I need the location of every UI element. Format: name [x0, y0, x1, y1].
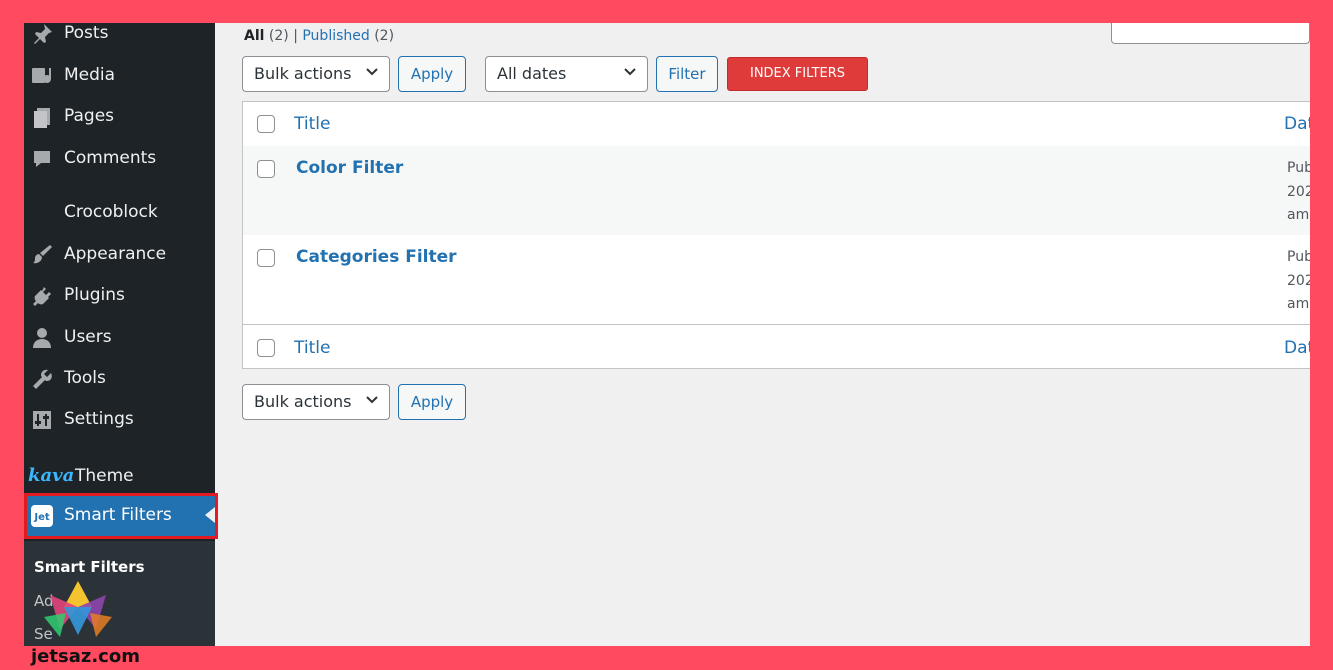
row-date: Pub 202 am — [1287, 246, 1310, 317]
column-date-footer[interactable]: Dat — [1284, 338, 1310, 358]
table-row: Categories Filter Pub 202 am — [243, 235, 1310, 325]
sidebar-item-pages[interactable]: Pages — [24, 99, 215, 137]
row-checkbox[interactable] — [257, 160, 275, 178]
bulk-actions-select-bottom[interactable]: Bulk actions — [242, 384, 390, 420]
view-all-count: (2) — [268, 28, 289, 44]
date-value: 202 — [1287, 183, 1310, 200]
sidebar-item-label: Comments — [64, 148, 157, 168]
sidebar-item-plugins[interactable]: Plugins — [24, 278, 215, 316]
date-time: am — [1287, 207, 1310, 223]
sidebar-item-label: Crocoblock — [64, 202, 158, 222]
table-header: Title Dat — [243, 102, 1310, 147]
column-title-header[interactable]: Title — [294, 114, 330, 134]
sidebar-item-media[interactable]: Media — [24, 58, 215, 96]
date-value: 202 — [1287, 272, 1310, 289]
view-published-link[interactable]: Published — [302, 28, 369, 44]
sidebar-item-users[interactable]: Users — [24, 320, 215, 358]
highlight-box — [24, 493, 218, 539]
column-title-footer[interactable]: Title — [294, 338, 330, 358]
watermark-text: jetsaz.com — [31, 646, 140, 667]
pages-icon — [30, 105, 54, 129]
status-views: All (2) | Published (2) — [244, 28, 394, 44]
bulk-actions-value: Bulk actions — [254, 392, 352, 411]
admin-sidebar: Posts Media Pages Comments Crocoblock Ap… — [24, 23, 218, 646]
bulk-actions-value: Bulk actions — [254, 64, 352, 83]
date-status: Pub — [1287, 249, 1310, 265]
apply-button-bottom[interactable]: Apply — [398, 384, 466, 420]
settings-icon — [30, 408, 54, 432]
kava-logo: kava — [28, 465, 75, 486]
comment-icon — [30, 147, 54, 171]
brush-icon — [30, 243, 54, 267]
row-title-link[interactable]: Color Filter — [296, 158, 403, 178]
date-filter-select[interactable]: All dates — [485, 56, 648, 92]
search-input[interactable] — [1111, 23, 1310, 44]
sidebar-item-label: Appearance — [64, 244, 167, 264]
media-icon — [30, 64, 54, 88]
sidebar-item-comments[interactable]: Comments — [24, 141, 215, 179]
column-date-header[interactable]: Dat — [1284, 114, 1310, 134]
sidebar-item-label: Tools — [64, 368, 106, 388]
sidebar-item-label: Users — [64, 327, 112, 347]
date-status: Pub — [1287, 160, 1310, 176]
submenu-item-smart-filters[interactable]: Smart Filters — [34, 558, 145, 576]
sidebar-item-settings[interactable]: Settings — [24, 402, 215, 440]
apply-button-top[interactable]: Apply — [398, 56, 466, 92]
sidebar-item-posts[interactable]: Posts — [24, 23, 215, 54]
table-footer: Title Dat — [243, 325, 1310, 369]
main-content: All (2) | Published (2) Bulk actions App… — [215, 23, 1310, 646]
sidebar-item-tools[interactable]: Tools — [24, 361, 215, 399]
sidebar-item-theme[interactable]: Theme — [75, 466, 134, 486]
chevron-down-icon — [622, 63, 638, 79]
sidebar-item-label: Settings — [64, 409, 134, 429]
select-all-checkbox-footer[interactable] — [257, 339, 275, 357]
view-published-count: (2) — [374, 28, 395, 44]
sidebar-item-label: Pages — [64, 106, 115, 126]
row-date: Pub 202 am — [1287, 157, 1310, 228]
pin-icon — [30, 23, 54, 46]
view-all-link[interactable]: All — [244, 28, 264, 44]
wp-admin-window: Posts Media Pages Comments Crocoblock Ap… — [24, 23, 1310, 646]
date-time: am — [1287, 296, 1310, 312]
select-all-checkbox[interactable] — [257, 115, 275, 133]
index-filters-button[interactable]: INDEX FILTERS — [727, 57, 868, 91]
filter-button[interactable]: Filter — [656, 56, 718, 92]
filters-table: Title Dat Color Filter Pub 202 am Catego… — [242, 101, 1310, 369]
wrench-icon — [30, 367, 54, 391]
plug-icon — [30, 284, 54, 308]
date-filter-value: All dates — [497, 64, 567, 83]
row-title-link[interactable]: Categories Filter — [296, 247, 457, 267]
chevron-down-icon — [364, 391, 380, 407]
view-separator: | — [293, 28, 298, 44]
user-icon — [30, 326, 54, 350]
crocoblock-icon — [30, 201, 54, 225]
sidebar-item-appearance[interactable]: Appearance — [24, 237, 215, 275]
sidebar-item-label: Media — [64, 65, 116, 85]
row-checkbox[interactable] — [257, 249, 275, 267]
bulk-actions-select-top[interactable]: Bulk actions — [242, 56, 390, 92]
sidebar-item-crocoblock[interactable]: Crocoblock — [24, 195, 215, 233]
sidebar-item-label: Posts — [64, 23, 109, 43]
chevron-down-icon — [364, 63, 380, 79]
jetsaz-logo-icon — [30, 577, 126, 641]
table-row: Color Filter Pub 202 am — [243, 146, 1310, 235]
sidebar-item-label: Plugins — [64, 285, 125, 305]
